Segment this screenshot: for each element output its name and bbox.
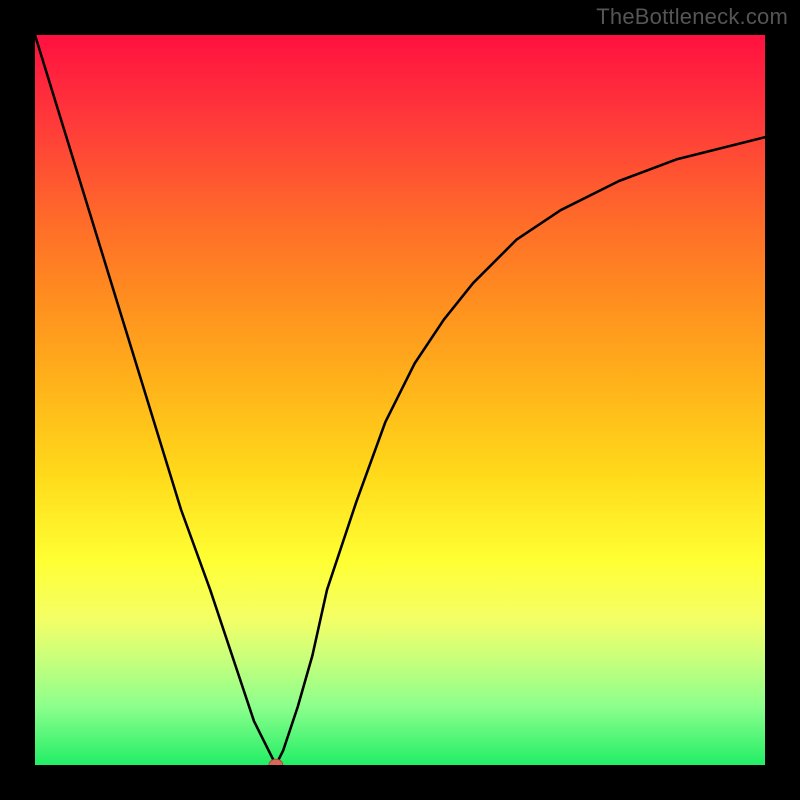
watermark-text: TheBottleneck.com <box>596 4 788 30</box>
bottleneck-curve-right <box>276 137 765 765</box>
chart-frame: TheBottleneck.com <box>0 0 800 800</box>
bottleneck-curve-left <box>35 35 276 765</box>
chart-svg <box>35 35 765 765</box>
optimal-point-marker <box>269 759 283 765</box>
plot-area <box>35 35 765 765</box>
